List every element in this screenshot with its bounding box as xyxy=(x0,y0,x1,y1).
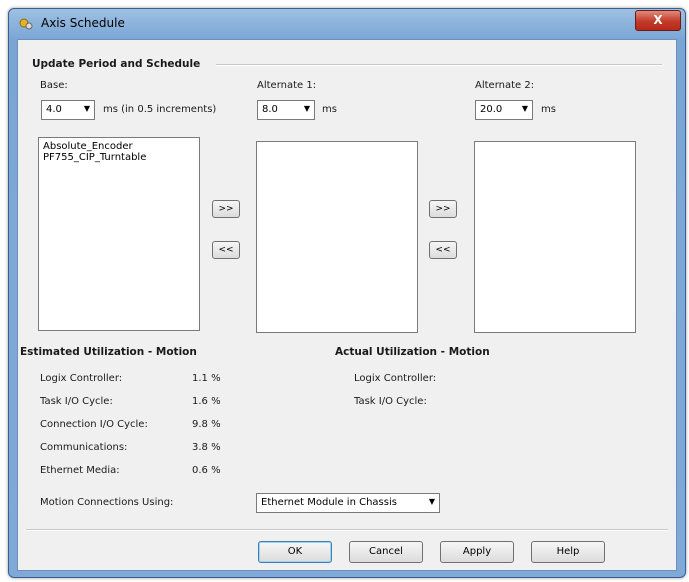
title-bar[interactable]: Axis Schedule X xyxy=(9,9,685,39)
alternate2-period-select[interactable]: 20.0 ▼ xyxy=(475,100,533,120)
alternate2-unit-label: ms xyxy=(541,104,556,115)
base-label: Base: xyxy=(40,80,68,91)
move-to-alternate1-button[interactable]: >> xyxy=(212,200,240,218)
alternate1-period-value: 8.0 xyxy=(262,104,278,115)
base-period-value: 4.0 xyxy=(46,104,62,115)
cancel-button[interactable]: Cancel xyxy=(349,541,423,563)
estimated-logix-label: Logix Controller: xyxy=(40,373,123,384)
motion-connections-select[interactable]: Ethernet Module in Chassis ▼ xyxy=(256,493,440,513)
list-item[interactable]: Absolute_Encoder xyxy=(39,141,199,152)
motion-connections-label: Motion Connections Using: xyxy=(40,497,174,508)
base-axis-list[interactable]: Absolute_Encoder PF755_CIP_Turntable xyxy=(38,137,200,331)
estimated-ethernet-media-label: Ethernet Media: xyxy=(40,465,120,476)
close-icon: X xyxy=(653,13,663,27)
move-to-alternate1-back-button[interactable]: << xyxy=(429,241,457,259)
actual-logix-label: Logix Controller: xyxy=(354,373,437,384)
app-icon xyxy=(19,18,33,30)
estimated-utilization-heading: Estimated Utilization - Motion xyxy=(20,346,197,358)
chevron-down-icon: ▼ xyxy=(303,104,310,113)
ok-button[interactable]: OK xyxy=(258,541,332,563)
motion-connections-value: Ethernet Module in Chassis xyxy=(261,497,397,508)
apply-button[interactable]: Apply xyxy=(440,541,514,563)
alternate2-label: Alternate 2: xyxy=(475,80,535,91)
close-button[interactable]: X xyxy=(635,10,681,31)
dialog-body: Update Period and Schedule Base: 4.0 ▼ m… xyxy=(17,39,677,571)
chevron-down-icon: ▼ xyxy=(521,104,528,113)
estimated-communications-label: Communications: xyxy=(40,442,128,453)
actual-utilization-heading: Actual Utilization - Motion xyxy=(335,346,490,358)
estimated-task-io-value: 1.6 % xyxy=(192,396,221,407)
alternate1-unit-label: ms xyxy=(322,104,337,115)
chevron-down-icon: ▼ xyxy=(428,497,435,506)
move-to-alternate2-button[interactable]: >> xyxy=(429,200,457,218)
actual-task-io-label: Task I/O Cycle: xyxy=(354,396,427,407)
update-period-heading: Update Period and Schedule xyxy=(32,58,201,70)
estimated-communications-value: 3.8 % xyxy=(192,442,221,453)
estimated-connection-io-value: 9.8 % xyxy=(192,419,221,430)
window-title: Axis Schedule xyxy=(41,16,125,30)
axis-schedule-dialog: Axis Schedule X Update Period and Schedu… xyxy=(8,8,686,578)
estimated-task-io-label: Task I/O Cycle: xyxy=(40,396,113,407)
estimated-logix-value: 1.1 % xyxy=(192,373,221,384)
help-button[interactable]: Help xyxy=(531,541,605,563)
estimated-connection-io-label: Connection I/O Cycle: xyxy=(40,419,148,430)
section-divider xyxy=(216,64,662,66)
base-unit-label: ms (in 0.5 increments) xyxy=(103,104,217,115)
move-to-base-button[interactable]: << xyxy=(212,241,240,259)
estimated-ethernet-media-value: 0.6 % xyxy=(192,465,221,476)
alternate1-label: Alternate 1: xyxy=(257,80,317,91)
list-item[interactable]: PF755_CIP_Turntable xyxy=(39,152,199,163)
footer-divider xyxy=(26,529,668,531)
alternate1-period-select[interactable]: 8.0 ▼ xyxy=(257,100,315,120)
alternate1-axis-list[interactable] xyxy=(256,141,418,333)
chevron-down-icon: ▼ xyxy=(83,104,90,113)
base-period-select[interactable]: 4.0 ▼ xyxy=(41,100,95,120)
alternate2-axis-list[interactable] xyxy=(474,141,636,333)
alternate2-period-value: 20.0 xyxy=(480,104,503,115)
